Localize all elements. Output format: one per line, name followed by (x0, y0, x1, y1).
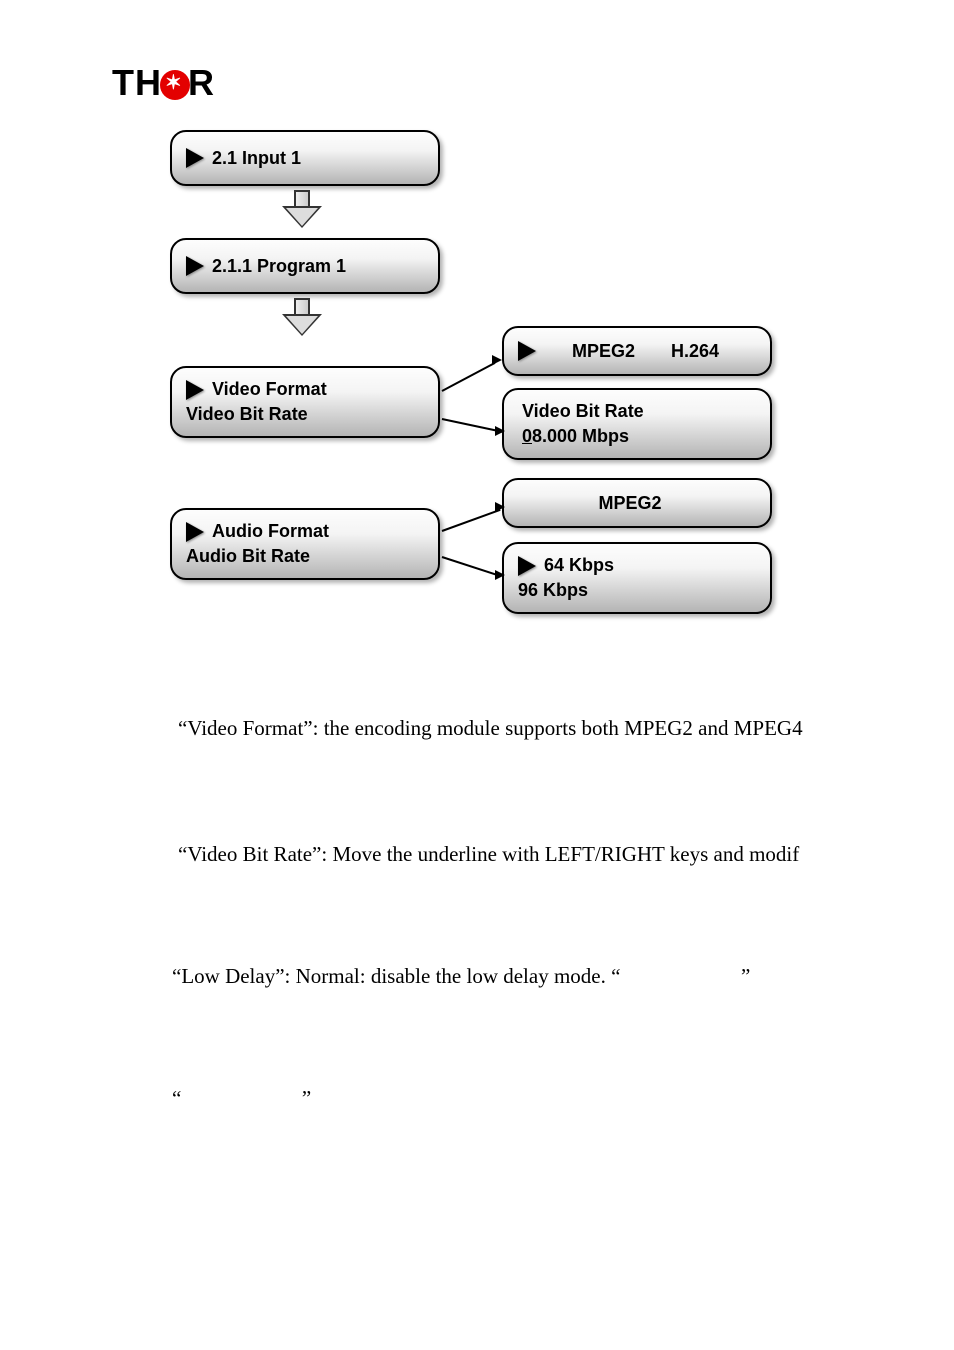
para-low-delay-right: ” (741, 964, 750, 988)
audio-format-value: MPEG2 (598, 493, 661, 514)
play-icon (186, 256, 204, 276)
audio-bitrate-96: 96 Kbps (518, 580, 588, 601)
play-icon (186, 522, 204, 542)
box-input-1: 2.1 Input 1 (170, 130, 440, 186)
connector-line (442, 362, 496, 392)
logo-text-left: TH (112, 62, 162, 103)
down-arrow-icon (282, 298, 322, 338)
box-program-1-label: 2.1.1 Program 1 (212, 256, 346, 277)
connector-line (442, 509, 501, 532)
logo-globe-icon (160, 70, 190, 100)
box-input-1-label: 2.1 Input 1 (212, 148, 301, 169)
video-format-mpeg2: MPEG2 (572, 341, 635, 362)
box-video-format-options: MPEG2 H.264 (502, 326, 772, 376)
box-audio-format-value: MPEG2 (502, 478, 772, 528)
menu-flow-diagram: 2.1 Input 1 2.1.1 Program 1 Video Format… (112, 130, 842, 670)
play-icon (518, 341, 536, 361)
box-program-1: 2.1.1 Program 1 (170, 238, 440, 294)
down-arrow-icon (282, 190, 322, 230)
arrow-head-icon (495, 502, 505, 512)
para-low-delay: “Low Delay”: Normal: disable the low del… (172, 960, 862, 994)
para-video-format: “Video Format”: the encoding module supp… (178, 712, 858, 746)
para-quotes: “ ” (172, 1082, 862, 1116)
video-format-h264: H.264 (671, 341, 719, 362)
video-format-label: Video Format (212, 379, 327, 400)
play-icon (186, 148, 204, 168)
arrow-head-icon (495, 570, 505, 580)
para-quote-right: ” (302, 1086, 311, 1110)
audio-bitrate-label: Audio Bit Rate (186, 546, 310, 567)
video-bitrate-value: 08.000 Mbps (522, 426, 629, 447)
arrow-head-icon (495, 426, 505, 436)
box-video-bitrate-value: Video Bit Rate 08.000 Mbps (502, 388, 772, 460)
video-bitrate-title: Video Bit Rate (522, 401, 644, 422)
audio-bitrate-64: 64 Kbps (544, 555, 614, 576)
audio-format-label: Audio Format (212, 521, 329, 542)
connector-line (442, 556, 502, 577)
para-video-bitrate: “Video Bit Rate”: Move the underline wit… (178, 838, 858, 872)
video-bitrate-label: Video Bit Rate (186, 404, 308, 425)
box-audio-format-rate: Audio Format Audio Bit Rate (170, 508, 440, 580)
arrow-head-icon (492, 355, 502, 365)
brand-logo: TH R (112, 62, 215, 104)
logo-text-right: R (188, 62, 215, 103)
play-icon (186, 380, 204, 400)
box-audio-bitrate-options: 64 Kbps 96 Kbps (502, 542, 772, 614)
connector-line (442, 418, 503, 433)
play-icon (518, 556, 536, 576)
box-video-format-rate: Video Format Video Bit Rate (170, 366, 440, 438)
para-low-delay-left: “Low Delay”: Normal: disable the low del… (172, 964, 620, 988)
para-quote-left: “ (172, 1086, 181, 1110)
